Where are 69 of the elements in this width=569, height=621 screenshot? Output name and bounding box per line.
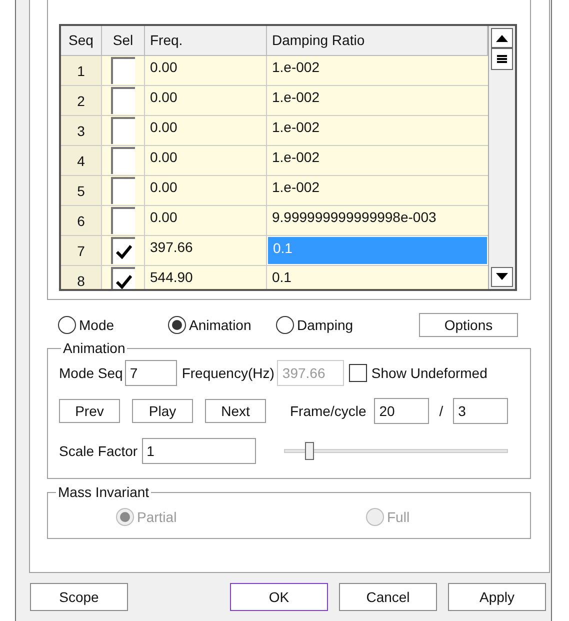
field-label: Scale Factor bbox=[59, 442, 138, 460]
separator: / bbox=[439, 402, 444, 420]
select-checkbox[interactable] bbox=[111, 87, 135, 114]
table-cell: 0.00 bbox=[145, 86, 267, 115]
radio-label: Full bbox=[387, 508, 410, 526]
table-cell: 0.00 bbox=[145, 146, 267, 175]
scrollbar[interactable] bbox=[488, 26, 515, 289]
animation-button[interactable]: Next bbox=[205, 399, 266, 423]
check-icon bbox=[116, 244, 132, 258]
group-title: Animation bbox=[62, 340, 126, 356]
scroll-thumb-icon[interactable] bbox=[491, 48, 513, 70]
select-checkbox[interactable] bbox=[111, 237, 135, 264]
scroll-up-icon[interactable] bbox=[491, 28, 513, 48]
table-cell[interactable]: 9.999999999999998e-003 bbox=[267, 206, 488, 235]
row-number: 2 bbox=[61, 86, 102, 115]
row-number: 1 bbox=[61, 56, 102, 85]
scale-slider[interactable] bbox=[284, 442, 508, 460]
table-cell: 0.00 bbox=[145, 116, 267, 145]
field-label: Mode Seq bbox=[59, 364, 123, 383]
radio-label[interactable]: Animation bbox=[189, 314, 252, 336]
row-number: 5 bbox=[61, 176, 102, 205]
frame-field[interactable]: 20 bbox=[374, 398, 430, 424]
select-checkbox[interactable] bbox=[111, 117, 135, 144]
column-header[interactable]: Seq bbox=[61, 26, 102, 55]
table-cell: 0.00 bbox=[145, 176, 267, 205]
radio-button[interactable] bbox=[168, 316, 186, 334]
options-button[interactable]: Options bbox=[419, 313, 518, 337]
dialog-button[interactable]: Scope bbox=[30, 583, 128, 611]
check-icon bbox=[116, 274, 132, 288]
field-label: Frequency(Hz) bbox=[182, 364, 274, 383]
radio-label[interactable]: Damping bbox=[297, 314, 354, 336]
table-cell[interactable]: 1.e-002 bbox=[267, 86, 488, 115]
animation-button[interactable]: Play bbox=[132, 399, 193, 423]
select-checkbox[interactable] bbox=[111, 267, 135, 289]
column-header[interactable]: Freq. bbox=[145, 26, 267, 55]
table-cell: 0.00 bbox=[145, 56, 267, 85]
radio-label[interactable]: Mode bbox=[79, 314, 114, 336]
scroll-down-icon[interactable] bbox=[491, 267, 513, 287]
group-title: Mass Invariant bbox=[57, 484, 150, 500]
table-cell[interactable]: 1.e-002 bbox=[267, 146, 488, 175]
show-undeformed-checkbox[interactable]: Show Undeformed bbox=[349, 362, 488, 384]
scale-factor-field[interactable]: 1 bbox=[142, 438, 256, 464]
table-cell[interactable]: 0.1 bbox=[267, 266, 488, 289]
dialog-button[interactable]: Apply bbox=[448, 583, 546, 611]
cycle-field[interactable]: 3 bbox=[453, 398, 508, 424]
select-checkbox[interactable] bbox=[111, 57, 135, 84]
table-cell[interactable]: 1.e-002 bbox=[267, 176, 488, 205]
slider-thumb[interactable] bbox=[305, 442, 314, 460]
radio-button[interactable] bbox=[276, 316, 294, 334]
table-cell: 0.00 bbox=[145, 206, 267, 235]
row-number: 4 bbox=[61, 146, 102, 175]
radio-button[interactable] bbox=[58, 316, 76, 334]
select-checkbox[interactable] bbox=[111, 207, 135, 234]
select-checkbox[interactable] bbox=[111, 177, 135, 204]
radio-label: Partial bbox=[137, 508, 177, 526]
table-cell[interactable]: 1.e-002 bbox=[267, 116, 488, 145]
select-checkbox[interactable] bbox=[111, 147, 135, 174]
table-cell[interactable]: 1.e-002 bbox=[267, 56, 488, 85]
row-number: 7 bbox=[61, 236, 102, 265]
row-number: 8 bbox=[61, 266, 102, 289]
dialog-button[interactable]: Cancel bbox=[339, 583, 437, 611]
table-cell: 544.90 bbox=[145, 266, 267, 289]
row-number: 3 bbox=[61, 116, 102, 145]
row-number: 6 bbox=[61, 206, 102, 235]
dialog-button[interactable]: OK bbox=[230, 583, 328, 611]
mode-seq-field[interactable]: 7 bbox=[124, 360, 177, 386]
animation-button[interactable]: Prev bbox=[59, 399, 120, 423]
field-label: Frame/cycle bbox=[290, 402, 366, 421]
column-header[interactable]: Sel bbox=[102, 26, 145, 55]
